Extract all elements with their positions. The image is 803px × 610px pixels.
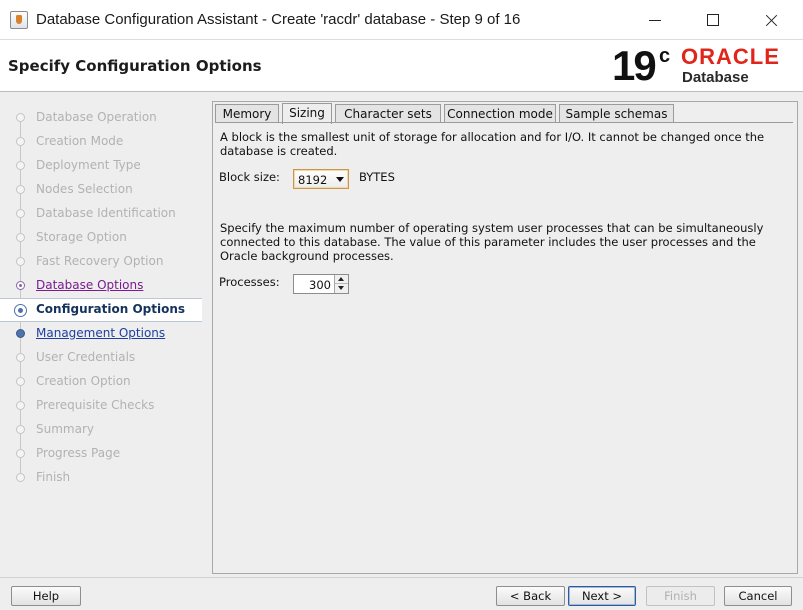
brand-name: ORACLE [681,44,780,69]
footer-divider [0,577,803,578]
step-item: Summary [0,418,202,442]
step-marker-icon [16,113,25,122]
step-item: Creation Option [0,370,202,394]
step-marker-icon [16,449,25,458]
step-navigator: Database Operation Creation Mode Deploymen… [0,92,202,578]
step-label: Configuration Options [36,302,186,316]
tab-connection-mode[interactable]: Connection mode [444,104,556,123]
step-item: Database Identification [0,202,202,226]
close-icon[interactable] [743,0,801,40]
step-marker-icon [16,161,25,170]
version-suffix: c [659,45,671,67]
spinner-buttons [334,275,348,293]
step-item: Progress Page [0,442,202,466]
window-title: Database Configuration Assistant - Creat… [36,11,521,28]
step-item: Finish [0,466,202,490]
minimize-icon[interactable] [627,0,685,40]
step-item: Prerequisite Checks [0,394,202,418]
page-title: Specify Configuration Options [8,57,262,75]
step-marker-icon [16,353,25,362]
block-size-combo[interactable]: 8192 [293,169,349,189]
tab-character-sets[interactable]: Character sets [335,104,441,123]
step-marker-icon [14,304,27,317]
processes-description: Specify the maximum number of operating … [220,221,764,263]
maximize-icon[interactable] [685,0,743,40]
step-label: Summary [36,422,94,436]
spin-up-icon[interactable] [335,275,348,284]
step-label: Database Options [36,278,144,292]
step-marker-icon [16,329,25,338]
step-label: Finish [36,470,71,484]
window-title-bar: Database Configuration Assistant - Creat… [0,0,803,40]
main-area: Database Operation Creation Mode Deploymen… [0,92,803,610]
next-button[interactable]: Next > [568,586,636,606]
step-item: Database Operation [0,106,202,130]
step-label: Management Options [36,326,166,340]
step-marker-icon [16,401,25,410]
help-button[interactable]: Help [11,586,81,606]
product-name: Database [682,69,749,86]
step-marker-icon [16,377,25,386]
header-banner: Specify Configuration Options 19 c ORACL… [0,40,803,92]
step-marker-icon [16,257,25,266]
step-marker-icon [16,137,25,146]
tab-sample-schemas[interactable]: Sample schemas [559,104,674,123]
block-size-value: 8192 [298,173,328,187]
step-item: Deployment Type [0,154,202,178]
back-button[interactable]: < Back [496,586,565,606]
tab-underline [215,122,793,123]
step-label: Storage Option [36,230,127,244]
step-marker-icon [16,473,25,482]
step-label: Creation Mode [36,134,124,148]
step-label: Nodes Selection [36,182,133,196]
processes-label: Processes: [219,275,280,289]
step-label: Prerequisite Checks [36,398,155,412]
step-marker-icon [16,185,25,194]
cancel-button[interactable]: Cancel [724,586,792,606]
step-marker-icon [16,425,25,434]
step-item: Creation Mode [0,130,202,154]
processes-spinner[interactable]: 300 [293,274,349,294]
step-label: Fast Recovery Option [36,254,164,268]
step-label: Deployment Type [36,158,141,172]
spin-down-icon[interactable] [335,284,348,293]
finish-button[interactable]: Finish [646,586,715,606]
step-label: Database Operation [36,110,157,124]
step-item: Nodes Selection [0,178,202,202]
chevron-down-icon [336,177,344,182]
step-marker-icon [16,233,25,242]
step-item: User Credentials [0,346,202,370]
version-number: 19 [612,42,657,89]
step-item: Fast Recovery Option [0,250,202,274]
tab-sizing[interactable]: Sizing [282,103,332,124]
block-size-label: Block size: [219,170,280,184]
step-item[interactable]: Management Options [0,322,202,346]
step-label: Progress Page [36,446,121,460]
step-item[interactable]: Database Options [0,274,202,298]
processes-value: 300 [309,278,331,292]
step-label: Database Identification [36,206,176,220]
block-size-unit: BYTES [359,170,395,184]
step-marker-icon [16,209,25,218]
step-label: Creation Option [36,374,131,388]
java-app-icon [10,11,28,29]
step-item[interactable]: Configuration Options [0,298,202,322]
block-size-description: A block is the smallest unit of storage … [220,130,765,158]
tab-memory[interactable]: Memory [215,104,279,123]
step-label: User Credentials [36,350,136,364]
step-marker-icon [16,281,25,290]
step-item: Storage Option [0,226,202,250]
